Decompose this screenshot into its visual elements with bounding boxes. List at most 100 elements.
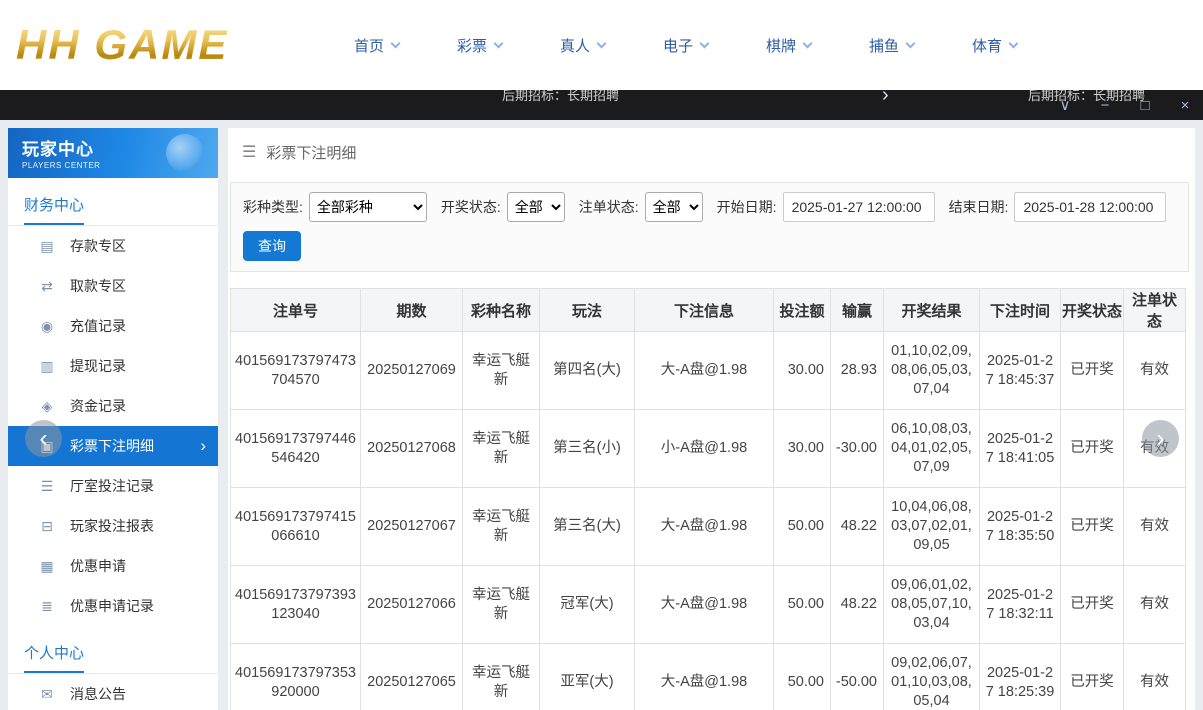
sidebar-item-player-bet-report[interactable]: ⊟玩家投注报表 bbox=[8, 506, 218, 546]
cell-win-loss: 48.22 bbox=[831, 566, 884, 644]
sidebar-item-label: 厅室投注记录 bbox=[70, 476, 154, 496]
cell-order-no: 401569173797353920000 bbox=[231, 644, 361, 710]
cell-bet-time: 2025-01-27 18:41:05 bbox=[980, 410, 1061, 488]
globe-decoration-icon bbox=[166, 134, 204, 172]
cell-draw-result: 09,02,06,07,01,10,03,08,05,04 bbox=[884, 644, 980, 710]
table-row: 40156917379739312304020250127066幸运飞艇新冠军(… bbox=[231, 566, 1186, 644]
prev-arrow-button[interactable]: ‹ bbox=[25, 420, 62, 457]
sidebar-item-cashout-record[interactable]: ▥提现记录 bbox=[8, 346, 218, 386]
table-row: 40156917379744654642020250127068幸运飞艇新第三名… bbox=[231, 410, 1186, 488]
lottery-type-label: 彩种类型: bbox=[243, 197, 303, 217]
draw-status-select[interactable]: 全部 bbox=[507, 192, 565, 222]
cashout-record-icon: ▥ bbox=[38, 358, 56, 375]
sidebar-item-recharge-record[interactable]: ◉充值记录 bbox=[8, 306, 218, 346]
next-arrow-button[interactable]: › bbox=[1142, 420, 1179, 457]
window-controls: ∨ − □ × bbox=[1057, 90, 1193, 120]
bet-detail-table: 注单号期数彩种名称玩法下注信息投注额输赢开奖结果下注时间开奖状态注单状态4015… bbox=[230, 288, 1186, 710]
cell-draw-result: 01,10,02,09,08,06,05,03,07,04 bbox=[884, 332, 980, 410]
cell-order-status: 有效 bbox=[1124, 488, 1186, 566]
nav-item-home[interactable]: 首页 bbox=[325, 35, 428, 56]
filter-row: 彩种类型: 全部彩种 开奖状态: 全部 注单状态: 全部 开始日期: 结束日期: bbox=[243, 192, 1176, 222]
chevron-down-icon bbox=[906, 38, 916, 48]
column-header-bet-time: 下注时间 bbox=[980, 289, 1061, 332]
brand-logo[interactable]: HH GAME bbox=[0, 21, 285, 69]
cell-draw-status: 已开奖 bbox=[1061, 566, 1124, 644]
sidebar-item-deposit-area[interactable]: ▤ 存款专区 bbox=[8, 226, 218, 266]
cell-win-loss: -50.00 bbox=[831, 644, 884, 710]
window-close-icon[interactable]: × bbox=[1177, 98, 1193, 113]
sidebar-item-promo-apply-record[interactable]: ≣优惠申请记录 bbox=[8, 586, 218, 626]
nav-item-label: 体育 bbox=[972, 35, 1002, 56]
nav-item-sports[interactable]: 体育 bbox=[943, 35, 1046, 56]
order-status-label: 注单状态: bbox=[579, 197, 639, 217]
cell-bet-amount: 50.00 bbox=[774, 488, 831, 566]
sidebar-item-message-notice[interactable]: ✉消息公告 bbox=[8, 674, 218, 710]
window-collapse-icon[interactable]: ∨ bbox=[1057, 98, 1073, 113]
cell-play: 第三名(大) bbox=[540, 488, 635, 566]
nav-item-label: 捕鱼 bbox=[869, 35, 899, 56]
lottery-type-select[interactable]: 全部彩种 bbox=[309, 192, 427, 222]
column-header-draw-result: 开奖结果 bbox=[884, 289, 980, 332]
draw-status-label: 开奖状态: bbox=[441, 197, 501, 217]
cell-bet-amount: 50.00 bbox=[774, 566, 831, 644]
cell-order-no: 401569173797393123040 bbox=[231, 566, 361, 644]
promo-apply-record-icon: ≣ bbox=[38, 598, 56, 615]
breadcrumb: ☰ 彩票下注明细 bbox=[228, 128, 1195, 176]
nav-item-electronic[interactable]: 电子 bbox=[634, 35, 737, 56]
table-row: 40156917379741506661020250127067幸运飞艇新第三名… bbox=[231, 488, 1186, 566]
sidebar-item-withdraw-area[interactable]: ⇄取款专区 bbox=[8, 266, 218, 306]
column-header-order-no: 注单号 bbox=[231, 289, 361, 332]
section-header-label: 财务中心 bbox=[24, 194, 84, 225]
cell-bet-info: 大-A盘@1.98 bbox=[635, 566, 774, 644]
cell-draw-result: 06,10,08,03,04,01,02,05,07,09 bbox=[884, 410, 980, 488]
sidebar-item-hall-bet-record[interactable]: ☰ 厅室投注记录 bbox=[8, 466, 218, 506]
deposit-area-icon: ▤ bbox=[38, 238, 56, 255]
window-minimize-icon[interactable]: − bbox=[1097, 98, 1113, 113]
sidebar-item-promo-apply[interactable]: ▦优惠申请 bbox=[8, 546, 218, 586]
start-date-input[interactable] bbox=[783, 192, 935, 222]
chevron-down-icon bbox=[494, 38, 504, 48]
search-button[interactable]: 查询 bbox=[243, 231, 301, 261]
sidebar-item-label: 取款专区 bbox=[70, 276, 126, 296]
nav-item-label: 电子 bbox=[663, 35, 693, 56]
nav-item-fishing[interactable]: 捕鱼 bbox=[840, 35, 943, 56]
hall-bet-record-icon: ☰ bbox=[38, 478, 56, 495]
nav-item-live[interactable]: 真人 bbox=[531, 35, 634, 56]
cell-lottery-name: 幸运飞艇新 bbox=[463, 488, 540, 566]
cell-draw-result: 09,06,01,02,08,05,07,10,03,04 bbox=[884, 566, 980, 644]
end-date-label: 结束日期: bbox=[949, 197, 1009, 217]
section-header-label: 个人中心 bbox=[24, 642, 84, 673]
player-bet-report-icon: ⊟ bbox=[38, 518, 56, 535]
order-status-select[interactable]: 全部 bbox=[645, 192, 703, 222]
cell-bet-time: 2025-01-27 18:25:39 bbox=[980, 644, 1061, 710]
sidebar-item-label: 存款专区 bbox=[70, 236, 126, 256]
cell-lottery-name: 幸运飞艇新 bbox=[463, 410, 540, 488]
cell-bet-info: 小-A盘@1.98 bbox=[635, 410, 774, 488]
cell-order-no: 401569173797473704570 bbox=[231, 332, 361, 410]
nav-item-chess[interactable]: 棋牌 bbox=[737, 35, 840, 56]
sidebar-item-label: 资金记录 bbox=[70, 396, 126, 416]
cell-order-status: 有效 bbox=[1124, 566, 1186, 644]
chevron-right-icon: › bbox=[200, 436, 206, 456]
sidebar-item-label: 充值记录 bbox=[70, 316, 126, 336]
column-header-win-loss: 输赢 bbox=[831, 289, 884, 332]
cell-lottery-name: 幸运飞艇新 bbox=[463, 566, 540, 644]
sidebar-header: 玩家中心 PLAYERS CENTER bbox=[8, 128, 218, 178]
content-panel: ☰ 彩票下注明细 彩种类型: 全部彩种 开奖状态: 全部 注单状态: 全部 开始… bbox=[228, 128, 1195, 710]
banner-next-icon: › bbox=[882, 90, 889, 107]
chevron-down-icon bbox=[700, 38, 710, 48]
cell-bet-time: 2025-01-27 18:32:11 bbox=[980, 566, 1061, 644]
banner-text: 后期招标：长期招聘 bbox=[502, 90, 619, 104]
cell-play: 冠军(大) bbox=[540, 566, 635, 644]
nav-item-label: 彩票 bbox=[457, 35, 487, 56]
end-date-input[interactable] bbox=[1014, 192, 1166, 222]
player-center-window: 玩家中心 PLAYERS CENTER 财务中心▤存款专区⇄取款专区◉充值记录▥… bbox=[0, 120, 1203, 710]
cell-bet-info: 大-A盘@1.98 bbox=[635, 332, 774, 410]
cell-win-loss: -30.00 bbox=[831, 410, 884, 488]
nav-item-label: 棋牌 bbox=[766, 35, 796, 56]
cell-bet-time: 2025-01-27 18:45:37 bbox=[980, 332, 1061, 410]
filter-panel: 彩种类型: 全部彩种 开奖状态: 全部 注单状态: 全部 开始日期: 结束日期:… bbox=[230, 182, 1189, 272]
nav-item-lottery[interactable]: 彩票 bbox=[428, 35, 531, 56]
table-header-row: 注单号期数彩种名称玩法下注信息投注额输赢开奖结果下注时间开奖状态注单状态 bbox=[231, 289, 1186, 332]
window-maximize-icon[interactable]: □ bbox=[1137, 98, 1153, 113]
